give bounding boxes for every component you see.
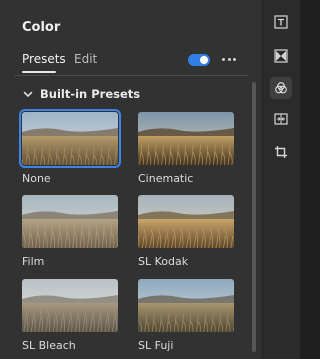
preset-thumbnail[interactable] [19,109,121,168]
preset-label: Cinematic [138,172,194,185]
more-options-icon[interactable] [219,52,239,66]
preset-label: SL Fuji [138,339,174,352]
preset-thumbnail[interactable] [22,195,118,248]
tab-presets[interactable]: Presets [22,52,66,66]
preset-label: SL Bleach [22,339,76,352]
preset-label: Film [22,255,45,268]
color-circles-icon[interactable] [270,77,292,99]
panel-scrollbar[interactable] [252,82,256,352]
toggle-knob [200,56,208,64]
active-tab-indicator [22,71,56,73]
crop-icon[interactable] [270,141,292,163]
tab-edit[interactable]: Edit [74,52,97,66]
transitions-icon[interactable] [270,45,292,67]
title-text-icon[interactable] [270,11,292,33]
presets-toggle[interactable] [188,54,210,66]
preset-thumbnail[interactable] [138,279,234,332]
speed-icon[interactable] [270,108,292,130]
preset-thumbnail[interactable] [138,112,234,165]
tabs-divider [14,75,248,76]
preset-thumbnail[interactable] [22,279,118,332]
preset-label: SL Kodak [138,255,189,268]
color-panel: Color Presets Edit Built-in Presets None… [0,0,262,359]
chevron-down-icon [23,91,33,97]
preset-label: None [22,172,51,185]
built-in-presets-header[interactable]: Built-in Presets [22,86,140,102]
preset-thumbnail[interactable] [138,195,234,248]
panel-title: Color [22,20,61,35]
section-label: Built-in Presets [40,87,141,101]
